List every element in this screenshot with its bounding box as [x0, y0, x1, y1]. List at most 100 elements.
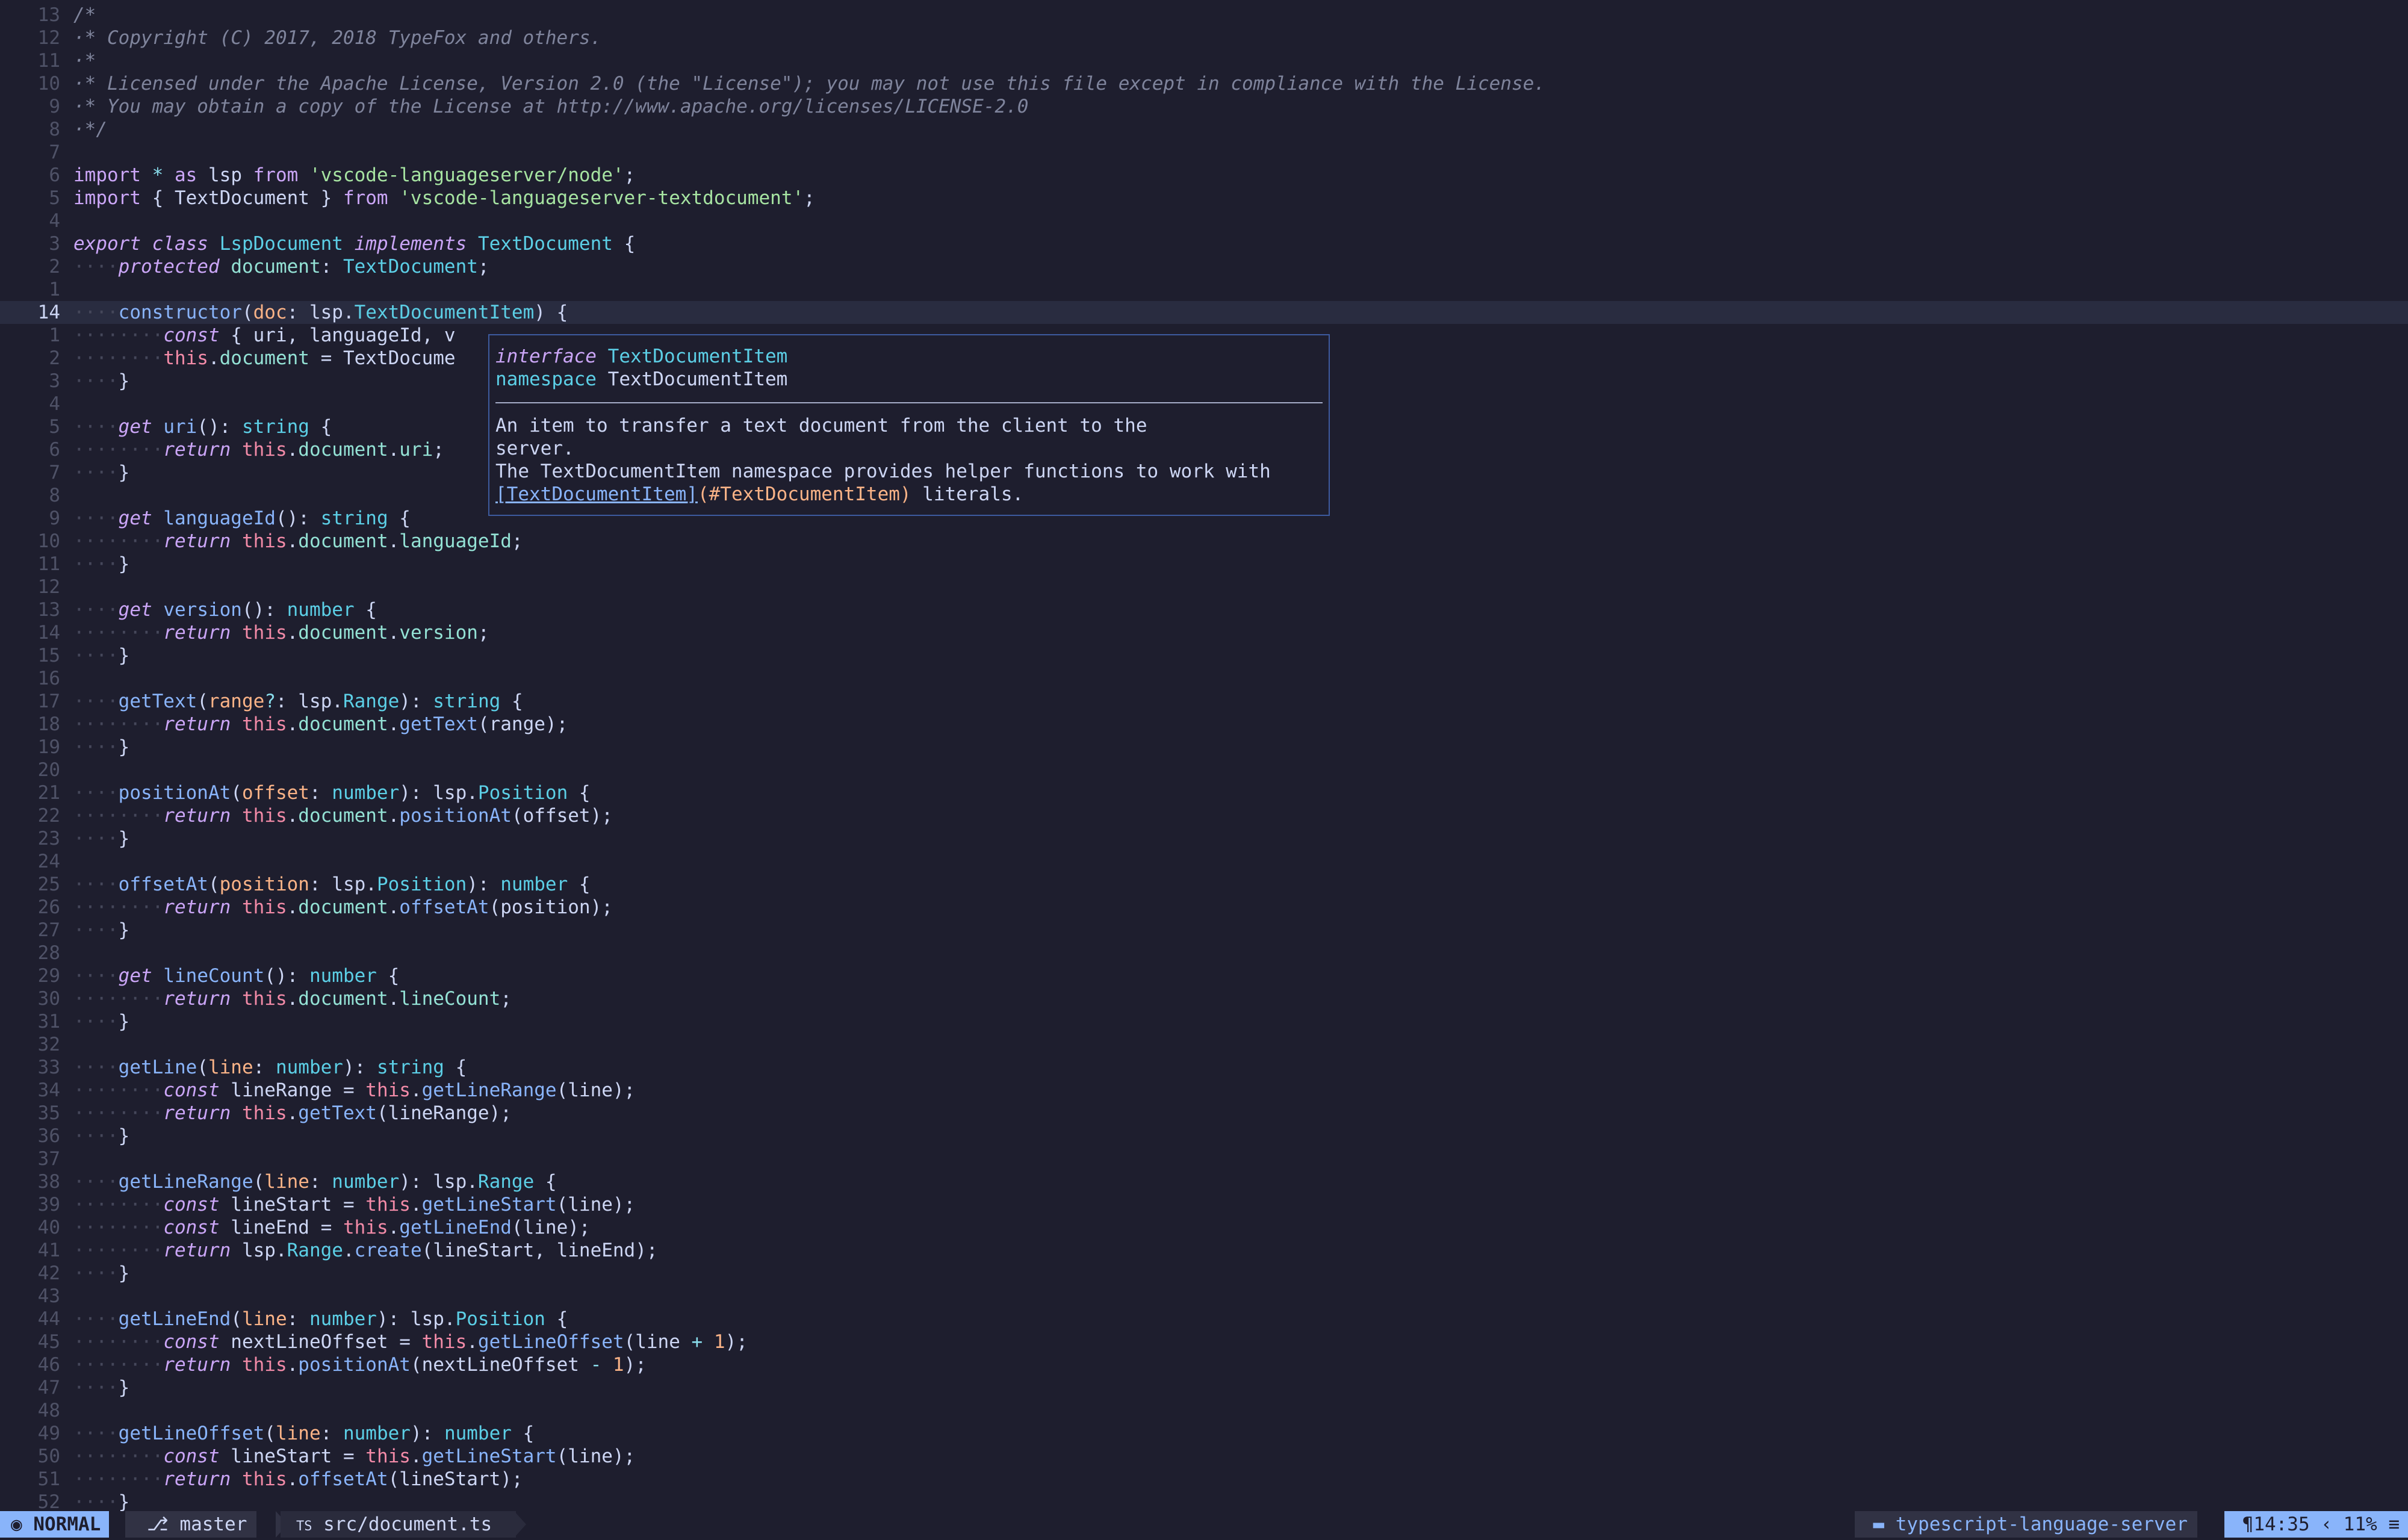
file-name-segment[interactable]: TS src/document.ts: [281, 1511, 517, 1538]
code-line[interactable]: 29 ····get lineCount(): number {: [0, 964, 2408, 987]
code-token: number: [500, 874, 568, 895]
code-line[interactable]: 35 ········return this.getText(lineRange)…: [0, 1102, 2408, 1125]
code-line[interactable]: 3 export class LspDocument implements Tex…: [0, 232, 2408, 255]
code-line[interactable]: 11 ·*: [0, 49, 2408, 72]
code-line[interactable]: 1: [0, 278, 2408, 301]
code-line[interactable]: 11 ····}: [0, 553, 2408, 576]
code-line[interactable]: 45 ········const nextLineOffset = this.ge…: [0, 1330, 2408, 1353]
code-token: this: [163, 347, 208, 369]
code-line[interactable]: 31 ····}: [0, 1010, 2408, 1033]
code-line[interactable]: 17 ····getText(range?: lsp.Range): string…: [0, 690, 2408, 713]
code-line[interactable]: 24: [0, 850, 2408, 873]
code-line[interactable]: 14 ········return this.document.version;: [0, 621, 2408, 644]
code-line[interactable]: 19 ····}: [0, 736, 2408, 759]
code-token: lsp.: [231, 1240, 287, 1261]
code-line[interactable]: 13 ····get version(): number {: [0, 598, 2408, 621]
code-line[interactable]: 10 ·* Licensed under the Apache License, …: [0, 72, 2408, 95]
code-token: lineStart =: [219, 1445, 366, 1467]
hover-doc-link[interactable]: [TextDocumentItem]: [495, 483, 698, 505]
code-line[interactable]: 33 ····getLine(line: number): string {: [0, 1056, 2408, 1079]
code-line[interactable]: 13 /*: [0, 4, 2408, 26]
code-token: (line);: [556, 1194, 636, 1216]
code-text: ····offsetAt(position: lsp.Position): nu…: [73, 873, 591, 896]
code-token: get: [118, 965, 152, 987]
code-line[interactable]: 2 ····protected document: TextDocument;: [0, 255, 2408, 278]
git-branch[interactable]: ⎇ master: [125, 1511, 257, 1538]
line-number: 22: [37, 805, 60, 827]
line-number: 9: [49, 508, 60, 529]
code-line[interactable]: 18 ········return this.document.getText(r…: [0, 713, 2408, 736]
code-text: ····}: [73, 1262, 129, 1285]
code-line[interactable]: 41 ········return lsp.Range.create(lineSt…: [0, 1239, 2408, 1262]
code-token: uri: [399, 439, 433, 461]
code-token: languageId: [163, 508, 276, 529]
code-line[interactable]: 15 ····}: [0, 644, 2408, 667]
code-line[interactable]: 47 ····}: [0, 1376, 2408, 1399]
code-line[interactable]: 43: [0, 1285, 2408, 1308]
code-line[interactable]: 37: [0, 1147, 2408, 1170]
code-token: );: [725, 1331, 748, 1353]
code-line[interactable]: 28: [0, 942, 2408, 964]
code-token: getLineStart: [421, 1194, 557, 1216]
project-segment[interactable]: ▬ typescript-language-server: [1855, 1511, 2197, 1538]
code-token: getLineOffset: [118, 1423, 265, 1444]
code-line[interactable]: 39 ········const lineStart = this.getLine…: [0, 1193, 2408, 1216]
code-line[interactable]: 38 ····getLineRange(line: number): lsp.Ra…: [0, 1170, 2408, 1193]
code-line[interactable]: 52 ····}: [0, 1491, 2408, 1511]
code-text: ····getText(range?: lsp.Range): string {: [73, 690, 523, 713]
code-token: :: [253, 1057, 276, 1078]
editor-pane[interactable]: 13/* 12 ·* Copyright (C) 2017, 2018 TypeFo…: [0, 0, 2408, 1511]
code-line-current[interactable]: 14 ····constructor(doc: lsp.TextDocumentI…: [0, 301, 2408, 324]
line-number: 44: [37, 1308, 60, 1330]
code-line[interactable]: 27 ····}: [0, 919, 2408, 942]
code-line[interactable]: 5 import { TextDocument } from 'vscode-la…: [0, 187, 2408, 210]
code-text: ····get version(): number {: [73, 598, 377, 621]
code-token: uri: [163, 416, 197, 438]
code-text: ····}: [73, 919, 129, 942]
code-token: ·* You may obtain a copy of the License …: [73, 96, 1029, 117]
code-line[interactable]: 26 ········return this.document.offsetAt(…: [0, 896, 2408, 919]
code-line[interactable]: 9 ·* You may obtain a copy of the License…: [0, 95, 2408, 118]
code-token: document: [298, 988, 388, 1010]
code-line[interactable]: 10 ········return this.document.languageI…: [0, 530, 2408, 553]
code-line[interactable]: 16: [0, 667, 2408, 690]
code-token: line: [241, 1308, 287, 1330]
indent-guide: ········: [73, 988, 164, 1010]
code-line[interactable]: 51 ········return this.offsetAt(lineStart…: [0, 1468, 2408, 1491]
line-number: 48: [37, 1400, 60, 1421]
code-token: doc: [253, 302, 287, 323]
code-line[interactable]: 6 import * as lsp from 'vscode-languagese…: [0, 164, 2408, 187]
code-line[interactable]: 23 ····}: [0, 827, 2408, 850]
code-token: this: [365, 1194, 411, 1216]
code-token: TextDocument: [477, 233, 613, 255]
code-line[interactable]: 22 ········return this.document.positionA…: [0, 804, 2408, 827]
code-line[interactable]: 30 ········return this.document.lineCount…: [0, 987, 2408, 1010]
code-line[interactable]: 49 ····getLineOffset(line: number): numbe…: [0, 1422, 2408, 1445]
code-line[interactable]: 25 ····offsetAt(position: lsp.Position): …: [0, 873, 2408, 896]
code-line[interactable]: 32: [0, 1033, 2408, 1056]
code-line[interactable]: 21 ····positionAt(offset: number): lsp.Po…: [0, 781, 2408, 804]
code-line[interactable]: 34 ········const lineRange = this.getLine…: [0, 1079, 2408, 1102]
cursor-position-segment: ¶14:35 ‹ 11% ≡: [2224, 1511, 2408, 1538]
code-line[interactable]: 46 ········return this.positionAt(nextLin…: [0, 1353, 2408, 1376]
code-line[interactable]: 44 ····getLineEnd(line: number): lsp.Posi…: [0, 1308, 2408, 1330]
code-token: TextDocument: [343, 256, 478, 278]
code-line[interactable]: 20: [0, 759, 2408, 781]
code-line[interactable]: 40 ········const lineEnd = this.getLineEn…: [0, 1216, 2408, 1239]
hover-divider: [495, 402, 1323, 403]
code-line[interactable]: 4: [0, 210, 2408, 232]
code-line[interactable]: 36 ····}: [0, 1125, 2408, 1147]
code-line[interactable]: 12: [0, 576, 2408, 598]
code-line[interactable]: 7: [0, 141, 2408, 164]
code-line[interactable]: 12 ·* Copyright (C) 2017, 2018 TypeFox an…: [0, 26, 2408, 49]
line-number: 3: [49, 233, 60, 255]
code-line[interactable]: 48: [0, 1399, 2408, 1422]
code-line[interactable]: 50 ········const lineStart = this.getLine…: [0, 1445, 2408, 1468]
code-token: number: [332, 782, 400, 804]
code-line[interactable]: 8 ·*/: [0, 118, 2408, 141]
line-number: 51: [37, 1468, 60, 1490]
code-line[interactable]: 42 ····}: [0, 1262, 2408, 1285]
